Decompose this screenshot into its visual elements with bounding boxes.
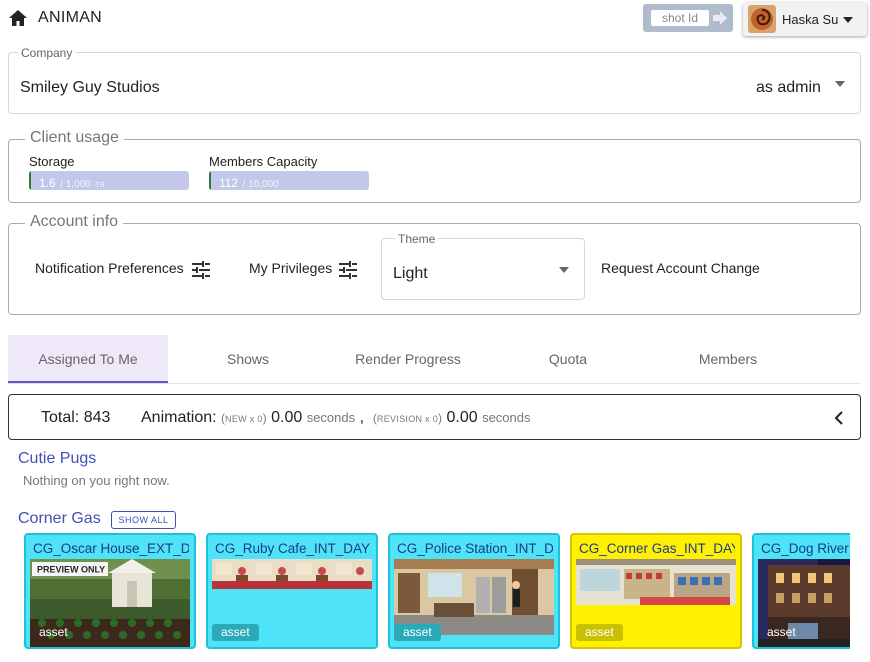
asset-badge: asset bbox=[394, 624, 441, 641]
asset-card[interactable]: CG_Oscar House_EXT_DAY PREVIEW ONLY asse… bbox=[24, 533, 196, 649]
asset-card[interactable]: CG_Corner Gas_INT_DAY asset bbox=[570, 533, 742, 649]
asset-card[interactable]: CG_Dog River asset bbox=[752, 533, 850, 649]
dropdown-arrow-icon bbox=[835, 81, 845, 87]
assignment-summary: Total: 843 Animation: (NEW x 0) 0.00 sec… bbox=[8, 394, 861, 440]
tab-bar: Assigned To Me Shows Render Progress Quo… bbox=[8, 335, 861, 384]
top-bar: ANIMAN Haska Su bbox=[0, 0, 870, 38]
tune-icon[interactable] bbox=[191, 261, 211, 279]
avatar bbox=[748, 5, 776, 33]
notification-preferences-link[interactable]: Notification Preferences bbox=[35, 260, 184, 276]
preview-only-label: PREVIEW ONLY bbox=[37, 565, 105, 575]
new-seconds-unit: seconds bbox=[306, 410, 356, 425]
storage-usage: Storage 1.6 / 1,000 TB bbox=[29, 154, 189, 190]
members-capacity-label: Members Capacity bbox=[209, 154, 318, 169]
animation-summary: Animation: (NEW x 0) 0.00 seconds , (REV… bbox=[141, 409, 531, 426]
asset-thumbnail bbox=[212, 559, 372, 589]
account-info-panel: Account info Notification Preferences My… bbox=[8, 213, 861, 315]
storage-value: 1.6 bbox=[39, 176, 56, 190]
shot-id-input[interactable] bbox=[651, 10, 709, 26]
company-select[interactable]: Company Smiley Guy Studios as admin bbox=[8, 46, 861, 114]
storage-label: Storage bbox=[29, 154, 75, 169]
asset-card-title: CG_Ruby Cafe_INT_DAY bbox=[215, 541, 371, 556]
asset-card[interactable]: CG_Police Station_INT_DAY asset bbox=[388, 533, 560, 649]
user-name: Haska Su bbox=[782, 12, 839, 27]
new-seconds: 0.00 bbox=[271, 409, 303, 426]
home-icon[interactable] bbox=[8, 9, 28, 27]
members-value: 112 bbox=[219, 176, 239, 190]
total-count: Total: 843 bbox=[41, 409, 110, 427]
members-progress-bar: 112 / 10,000 bbox=[209, 171, 369, 190]
new-count: NEW x 0 bbox=[225, 414, 263, 424]
tab-quota[interactable]: Quota bbox=[488, 335, 648, 383]
tab-shows[interactable]: Shows bbox=[168, 335, 328, 383]
asset-card-title: CG_Corner Gas_INT_DAY bbox=[579, 541, 735, 556]
tab-render-progress[interactable]: Render Progress bbox=[328, 335, 488, 383]
chevron-left-icon[interactable] bbox=[832, 409, 846, 427]
storage-progress-bar: 1.6 / 1,000 TB bbox=[29, 171, 189, 190]
asset-card-title: CG_Dog River bbox=[761, 541, 849, 556]
asset-badge: asset bbox=[576, 624, 623, 641]
asset-thumbnail bbox=[576, 559, 736, 605]
empty-message: Nothing on you right now. bbox=[23, 473, 170, 488]
account-info-legend: Account info bbox=[25, 213, 124, 231]
user-menu[interactable]: Haska Su bbox=[743, 2, 867, 36]
asset-badge: asset bbox=[39, 625, 68, 639]
storage-total: / 1,000 bbox=[60, 179, 91, 190]
asset-cards: CG_Oscar House_EXT_DAY PREVIEW ONLY asse… bbox=[24, 533, 850, 662]
asset-badge: asset bbox=[212, 624, 259, 641]
asset-card-title: CG_Oscar House_EXT_DAY bbox=[33, 541, 189, 556]
tab-assigned-to-me[interactable]: Assigned To Me bbox=[8, 335, 168, 383]
storage-progress-fill bbox=[29, 171, 31, 190]
total-value: 843 bbox=[83, 409, 111, 426]
animation-label: Animation: bbox=[141, 409, 217, 426]
company-name: Smiley Guy Studios bbox=[20, 79, 160, 96]
chevron-down-icon bbox=[843, 17, 853, 23]
members-usage: Members Capacity 112 / 10,000 bbox=[209, 154, 369, 190]
app-title: ANIMAN bbox=[38, 9, 103, 26]
members-progress-fill bbox=[209, 171, 211, 190]
tune-icon[interactable] bbox=[338, 261, 358, 279]
company-label: Company bbox=[18, 46, 76, 60]
tab-members[interactable]: Members bbox=[648, 335, 808, 383]
asset-card[interactable]: CG_Ruby Cafe_INT_DAY asset bbox=[206, 533, 378, 649]
theme-label: Theme bbox=[395, 232, 439, 246]
client-usage-legend: Client usage bbox=[25, 129, 124, 147]
members-total: / 10,000 bbox=[242, 179, 279, 190]
dropdown-arrow-icon bbox=[559, 267, 569, 273]
request-account-change-link[interactable]: Request Account Change bbox=[601, 260, 760, 276]
company-role: as admin bbox=[756, 79, 821, 96]
storage-unit: TB bbox=[95, 182, 106, 189]
shot-search bbox=[643, 4, 733, 32]
theme-select[interactable]: Theme Light bbox=[381, 232, 585, 300]
show-all-button[interactable]: SHOW ALL bbox=[111, 511, 176, 529]
total-label: Total: bbox=[41, 409, 80, 426]
project-title-cutie-pugs[interactable]: Cutie Pugs bbox=[18, 450, 96, 468]
my-privileges-link[interactable]: My Privileges bbox=[249, 260, 332, 276]
asset-badge: asset bbox=[767, 625, 796, 639]
revision-seconds: 0.00 bbox=[446, 409, 478, 426]
arrow-right-icon[interactable] bbox=[712, 10, 728, 26]
project-title-corner-gas[interactable]: Corner Gas bbox=[18, 510, 101, 528]
revision-seconds-unit: seconds bbox=[482, 410, 531, 425]
client-usage-panel: Client usage Storage 1.6 / 1,000 TB Memb… bbox=[8, 129, 861, 203]
revision-count: REVISION x 0 bbox=[376, 414, 439, 424]
asset-card-title: CG_Police Station_INT_DAY bbox=[397, 541, 553, 556]
theme-value: Light bbox=[393, 265, 428, 282]
